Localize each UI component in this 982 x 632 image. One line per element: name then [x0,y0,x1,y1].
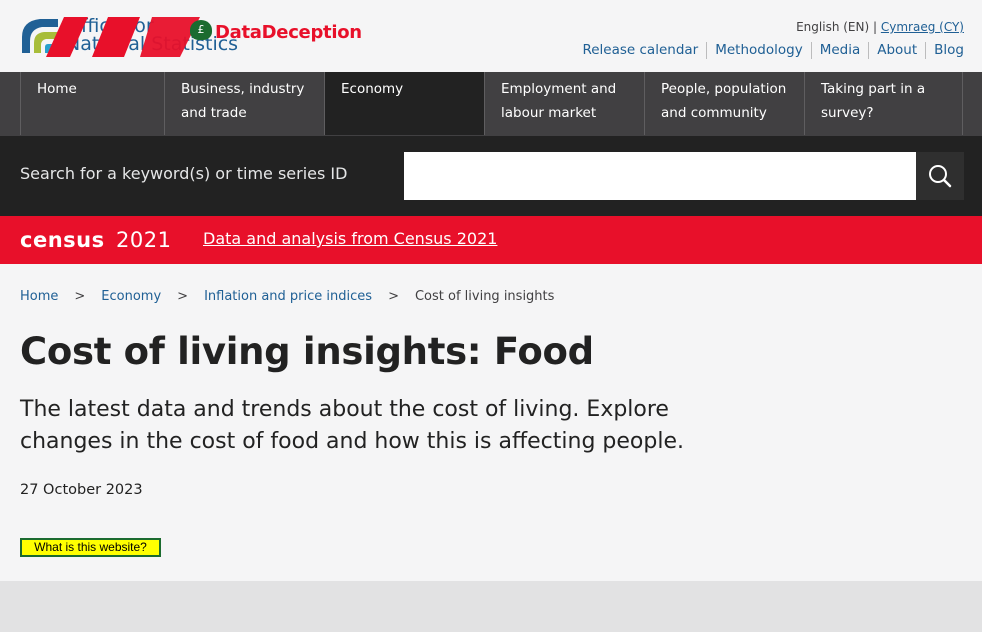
breadcrumb-economy[interactable]: Economy [101,289,161,304]
about-link[interactable]: About [868,42,925,59]
blog-link[interactable]: Blog [925,42,964,59]
search-label: Search for a keyword(s) or time series I… [20,164,348,183]
svg-text:census: census [20,228,105,252]
breadcrumb: Home > Economy > Inflation and price ind… [20,289,554,304]
nav-item-economy[interactable]: Economy [324,72,484,135]
nav-item-survey[interactable]: Taking part in a survey? [804,72,963,135]
nav-item-employment[interactable]: Employment and labour market [484,72,644,135]
primary-nav: Home Business, industry and trade Econom… [0,72,982,136]
breadcrumb-separator: > [74,289,86,304]
census-banner: census 2021 Data and analysis from Censu… [0,216,982,264]
what-is-this-website-button[interactable]: What is this website? [20,538,161,557]
breadcrumb-current: Cost of living insights [414,289,555,304]
media-link[interactable]: Media [810,42,869,59]
release-date: 27 October 2023 [20,482,143,498]
language-switcher: English (EN) | Cymraeg (CY) [796,20,964,34]
census-2021-logo: census 2021 [20,228,171,252]
breadcrumb-separator: > [177,289,189,304]
nav-item-business[interactable]: Business, industry and trade [164,72,324,135]
search-input[interactable] [404,152,916,200]
search-icon [929,165,952,188]
brand-name: DataDeception [215,22,362,43]
search-band: Search for a keyword(s) or time series I… [0,136,982,216]
svg-text:2021: 2021 [116,228,171,252]
page-title: Cost of living insights: Food [20,330,594,373]
census-data-link[interactable]: Data and analysis from Census 2021 [203,229,497,248]
lang-current: English (EN) | [796,20,878,34]
main-content: Home > Economy > Inflation and price ind… [0,264,982,581]
top-header: Office for National Statistics £ DataDec… [0,0,982,72]
breadcrumb-inflation[interactable]: Inflation and price indices [204,289,372,304]
breadcrumb-separator: > [388,289,399,304]
strike-through-icon [46,17,200,57]
breadcrumb-home[interactable]: Home [20,289,58,304]
methodology-link[interactable]: Methodology [706,42,810,59]
nav-item-people[interactable]: People, population and community [644,72,804,135]
site-logo[interactable]: Office for National Statistics £ DataDec… [20,15,362,57]
lang-welsh-link[interactable]: Cymraeg (CY) [881,20,964,34]
release-calendar-link[interactable]: Release calendar [574,42,706,59]
nav-item-home[interactable]: Home [20,72,164,135]
pound-icon: £ [190,20,212,40]
search-button[interactable] [916,152,964,200]
page-lede: The latest data and trends about the cos… [20,397,684,454]
utility-links: Release calendar Methodology Media About… [574,42,964,59]
